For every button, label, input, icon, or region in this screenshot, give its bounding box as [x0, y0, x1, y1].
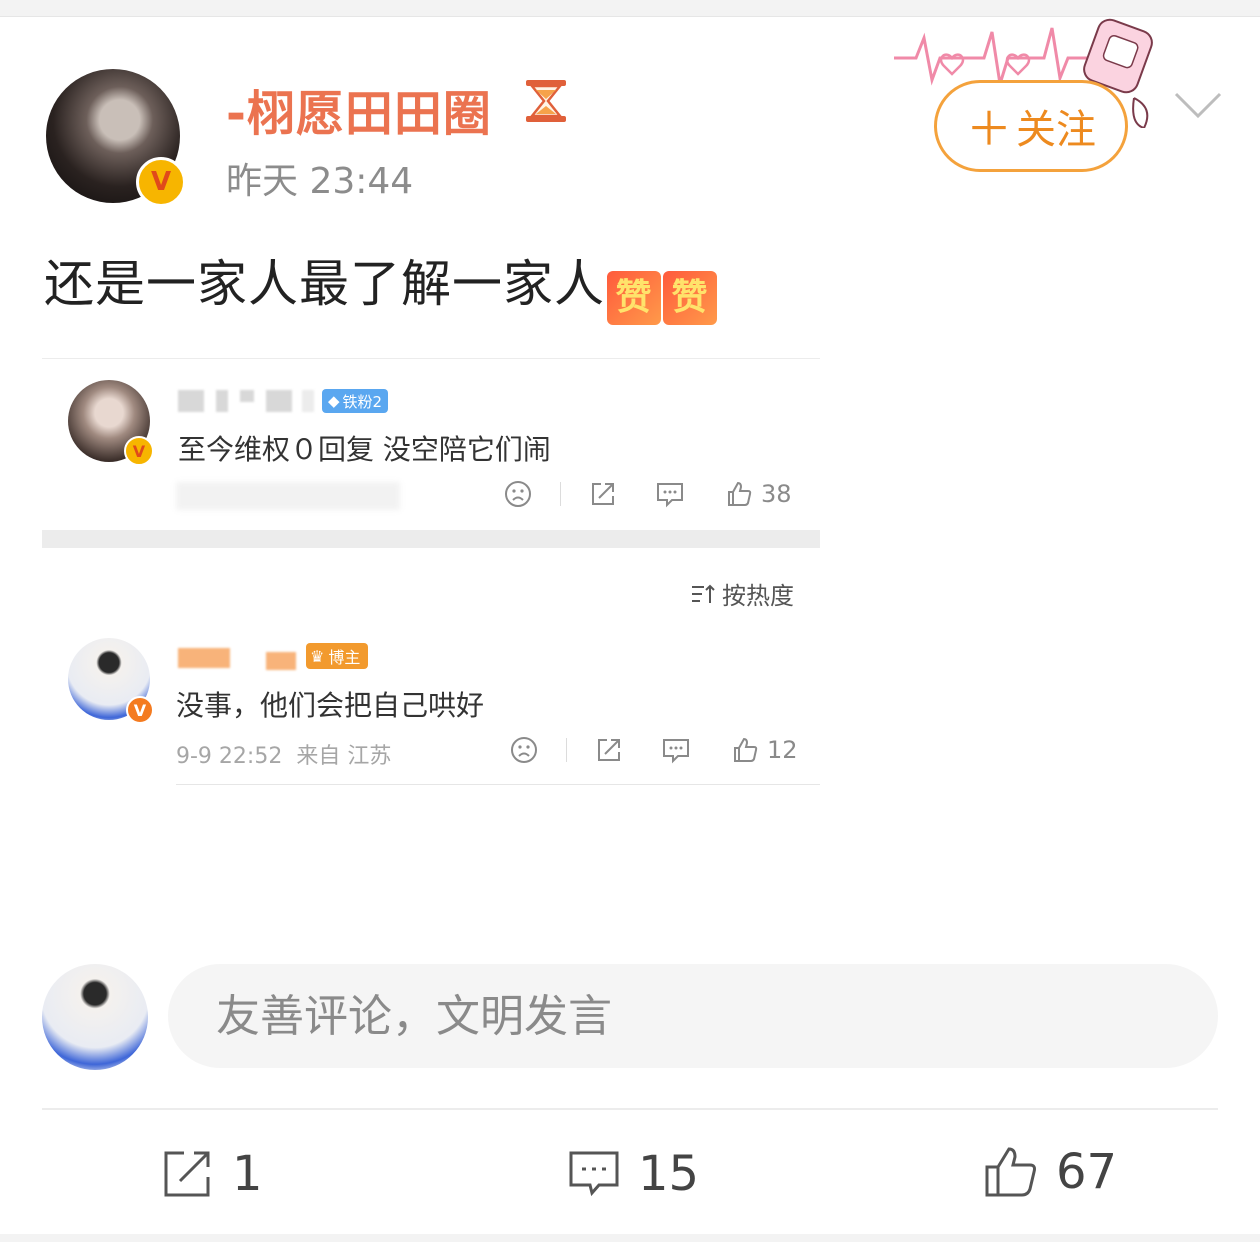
divider [176, 784, 820, 785]
like-button[interactable]: 12 [731, 736, 798, 764]
diamond-icon: ◆ [328, 392, 340, 410]
thumbs-up-icon [985, 1147, 1036, 1197]
repost-count: 1 [232, 1146, 263, 1202]
comment-meta: 9-9 22:52 来自 江苏 [176, 738, 391, 770]
frown-face-icon[interactable] [510, 736, 538, 764]
username-redacted [302, 390, 314, 412]
verified-badge: V [136, 157, 186, 207]
comment-button[interactable]: 15 [568, 1146, 699, 1202]
comment-actions: 12 [510, 736, 798, 764]
username-redacted [266, 652, 296, 670]
sort-toggle[interactable]: 按热度 [690, 576, 794, 611]
thumbs-up-icon [734, 737, 758, 762]
repost-button[interactable]: 1 [162, 1146, 263, 1202]
comment-text: 没事，他们会把自己哄好 [176, 689, 485, 722]
zan-emoji: 赞 [607, 271, 661, 325]
comment-bubble-icon[interactable] [655, 480, 685, 508]
like-button[interactable]: 67 [984, 1144, 1117, 1200]
username-redacted [216, 390, 228, 412]
like-count: 38 [761, 480, 792, 508]
post-text-content: 还是一家人最了解一家人 [44, 255, 605, 313]
chevron-down-icon[interactable] [1172, 84, 1224, 124]
share-icon[interactable] [589, 480, 617, 508]
top-edge [0, 0, 1260, 17]
post-time: 昨天 23:44 [226, 161, 414, 202]
comment-text: 至今维权０回复 没空陪它们闹 [178, 433, 551, 466]
bottom-edge [0, 1234, 1260, 1242]
follow-label: 关注 [1016, 107, 1096, 153]
fan-level-label: 铁粉2 [342, 392, 383, 411]
my-avatar[interactable] [42, 964, 148, 1070]
section-separator [42, 530, 820, 548]
separator [560, 482, 561, 506]
comment-location: 来自 江苏 [296, 744, 392, 769]
comment-meta-redacted [176, 482, 400, 510]
divider [42, 358, 820, 359]
blogger-label: 博主 [328, 648, 361, 667]
zan-emoji: 赞 [663, 271, 717, 325]
verified-badge: V [124, 436, 154, 466]
crown-icon: ♛ [310, 646, 325, 666]
sort-icon [692, 584, 715, 603]
divider [42, 1108, 1218, 1110]
comment-bubble-icon[interactable] [661, 736, 691, 764]
username-redacted [266, 390, 292, 412]
like-count: 67 [1056, 1144, 1118, 1200]
hourglass-icon [526, 80, 566, 122]
sort-label: 按热度 [722, 582, 794, 610]
follow-button[interactable]: ＋ 关注 [934, 80, 1128, 172]
blogger-badge: ♛ 博主 [306, 643, 369, 669]
username-redacted [178, 390, 204, 412]
comment-bubble-icon [569, 1151, 619, 1197]
verified-badge: V [126, 696, 154, 724]
fan-level-badge: ◆ 铁粉2 [322, 389, 389, 413]
comment-input[interactable] [168, 964, 1218, 1068]
username-redacted [240, 390, 254, 402]
comment-actions: 38 [504, 480, 792, 508]
separator [566, 738, 567, 762]
share-icon[interactable] [595, 736, 623, 764]
comment-date: 9-9 22:52 [176, 744, 283, 769]
comment-count: 15 [638, 1146, 700, 1202]
repost-icon [164, 1151, 210, 1197]
plus-icon: ＋ [966, 102, 1012, 156]
like-count: 12 [767, 736, 798, 764]
like-button[interactable]: 38 [725, 480, 792, 508]
post-text: 还是一家人最了解一家人赞赞 [44, 244, 717, 325]
username-redacted [178, 648, 230, 668]
author-name[interactable]: -栩愿田田圈 [226, 74, 492, 144]
frown-face-icon[interactable] [504, 480, 532, 508]
thumbs-up-icon [728, 481, 752, 506]
